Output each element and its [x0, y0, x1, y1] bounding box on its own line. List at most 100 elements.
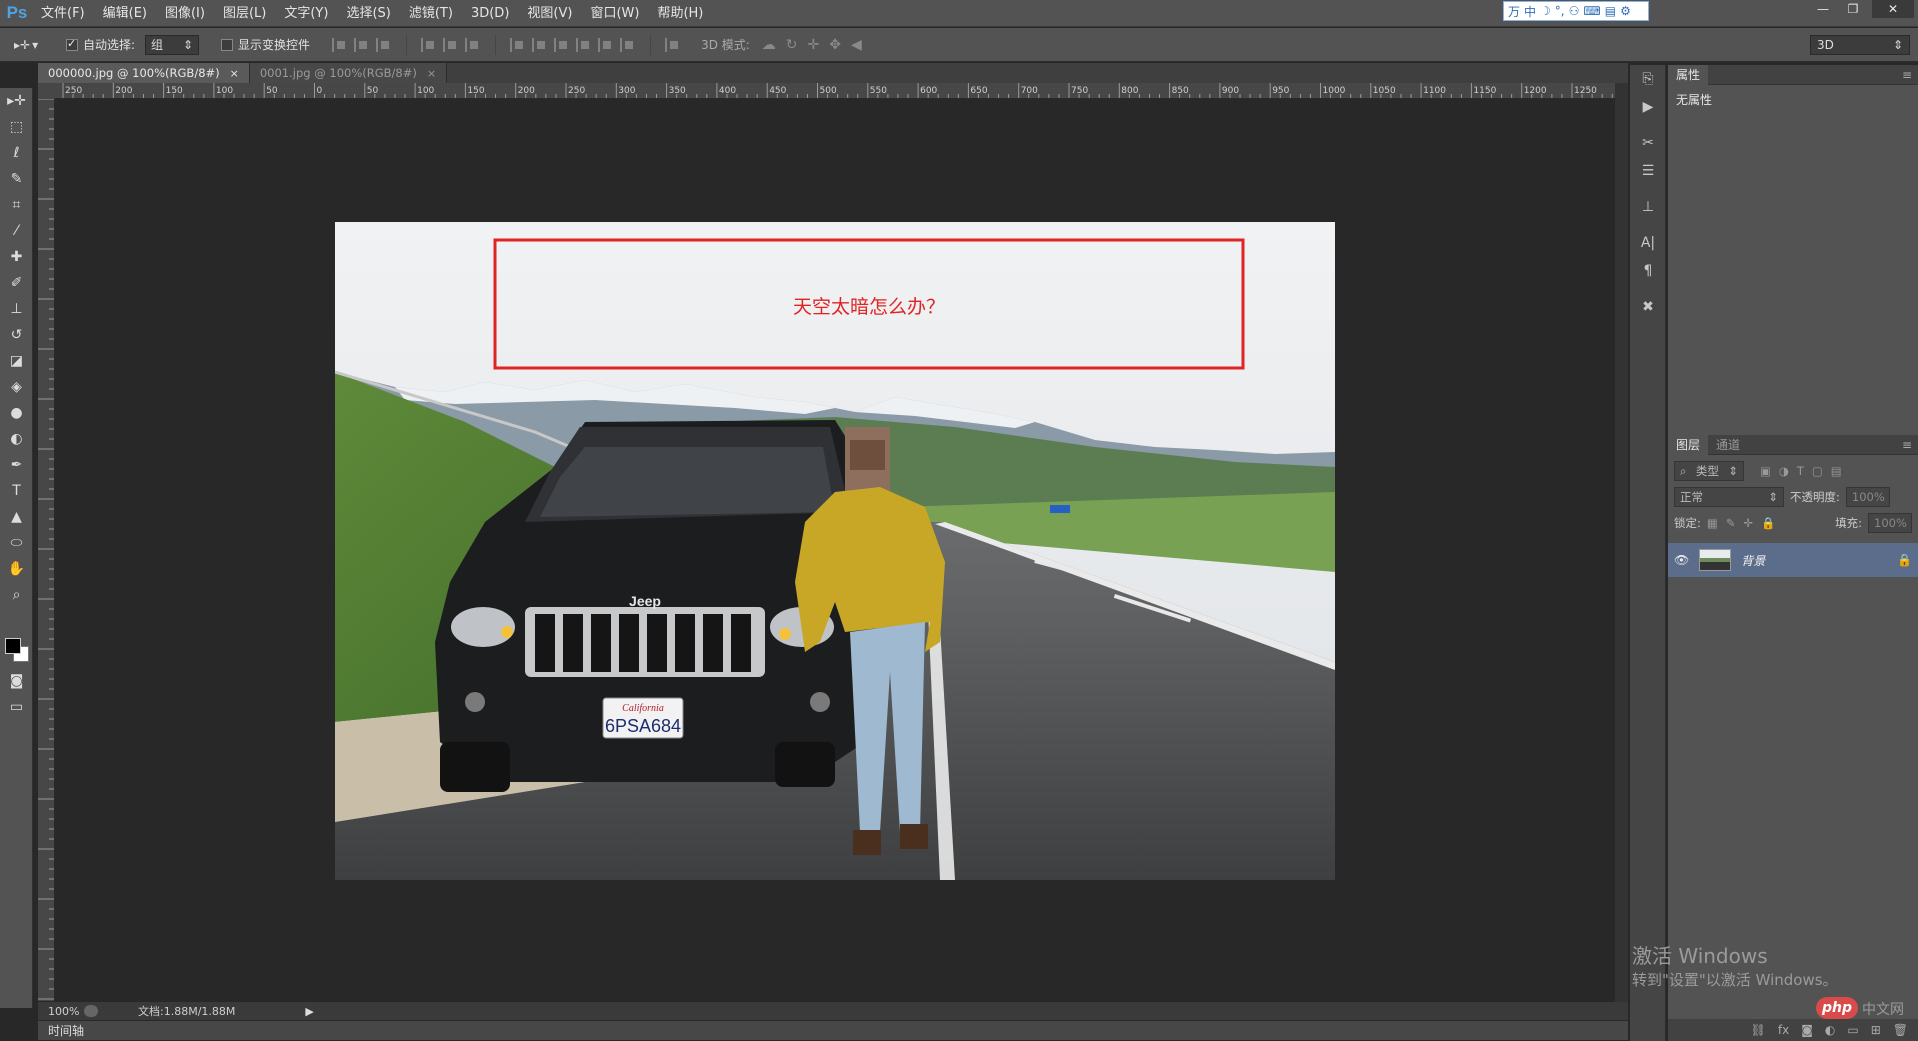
opacity-input[interactable]: 100%	[1845, 487, 1890, 507]
auto-align-icon[interactable]	[665, 37, 681, 52]
layer-filter-icons[interactable]: ▣◑T▢▤	[1760, 464, 1850, 478]
character-icon[interactable]: A|	[1630, 229, 1666, 257]
move-tool-preset[interactable]: ▸✛ ▾	[14, 32, 62, 58]
distribute-hcenter-icon[interactable]	[598, 37, 614, 52]
align-hcenter-icon[interactable]	[443, 37, 459, 52]
lasso-tool-icon[interactable]: ℓ	[0, 140, 33, 166]
tab-document-2[interactable]: 0001.jpg @ 100%(RGB/8#) ×	[249, 63, 448, 83]
distribute-top-icon[interactable]	[510, 37, 526, 52]
distribute-bottom-icon[interactable]	[554, 37, 570, 52]
show-transform-checkbox[interactable]: 显示变换控件	[221, 36, 310, 53]
blur-tool-icon[interactable]: ●	[0, 400, 33, 426]
align-vcenter-icon[interactable]	[354, 37, 370, 52]
tab-properties[interactable]: 属性	[1668, 64, 1709, 85]
layer-row-background[interactable]: 👁 背景 🔒	[1668, 543, 1918, 577]
link-icon[interactable]: ⛓	[1751, 1023, 1766, 1037]
new-layer-icon[interactable]: ⊞	[1871, 1023, 1881, 1037]
fill-input[interactable]: 100%	[1868, 513, 1912, 533]
menu-image[interactable]: 图像(I)	[156, 0, 214, 27]
eraser-tool-icon[interactable]: ◪	[0, 348, 33, 374]
align-right-icon[interactable]	[465, 37, 481, 52]
lock-icons[interactable]: ▦✎✛🔒	[1707, 516, 1783, 530]
shape-tool-icon[interactable]: ⬭	[0, 530, 33, 556]
zoom-level[interactable]: 100%	[38, 1005, 84, 1018]
status-icon[interactable]	[84, 1005, 98, 1017]
workspace-dropdown[interactable]: 3D ⇕	[1810, 35, 1910, 55]
restore-icon[interactable]: ❐	[1840, 0, 1866, 18]
crop-tool-icon[interactable]: ⌗	[0, 192, 33, 218]
distribute-right-icon[interactable]	[620, 37, 636, 52]
tab-layers[interactable]: 图层	[1668, 434, 1709, 455]
play-icon[interactable]: ▶	[305, 1005, 313, 1018]
horizontal-ruler[interactable]: 250 200 150 100 50 0 50 100 150 200 250 300 350 400 45…	[55, 83, 1615, 99]
document-image[interactable]: Jeep California 6PSA684 天空太暗怎么办？	[335, 222, 1335, 880]
menu-view[interactable]: 视图(V)	[518, 0, 581, 27]
brush-tool-icon[interactable]: ✐	[0, 270, 33, 296]
marquee-tool-icon[interactable]: ⬚	[0, 114, 33, 140]
pen-tool-icon[interactable]: ✒	[0, 452, 33, 478]
eye-icon[interactable]: 👁	[1674, 553, 1689, 567]
menu-type[interactable]: 文字(Y)	[275, 0, 337, 27]
folder-icon[interactable]: ▭	[1847, 1023, 1858, 1037]
align-left-icon[interactable]	[421, 37, 437, 52]
brush-presets-icon[interactable]: ✂	[1630, 129, 1666, 157]
quick-select-tool-icon[interactable]: ✎	[0, 166, 33, 192]
menu-help[interactable]: 帮助(H)	[648, 0, 712, 27]
ruler-origin[interactable]	[38, 83, 55, 99]
3d-mode-icons[interactable]: ☁↻✛✥◀	[762, 37, 872, 53]
zoom-tool-icon[interactable]: ⌕	[0, 582, 33, 608]
vertical-ruler[interactable]	[38, 99, 55, 1001]
tools-cross-icon[interactable]: ✖	[1630, 293, 1666, 321]
trash-icon[interactable]: 🗑	[1893, 1023, 1908, 1037]
healing-brush-tool-icon[interactable]: ✚	[0, 244, 33, 270]
menu-window[interactable]: 窗口(W)	[581, 0, 648, 27]
menu-layer[interactable]: 图层(L)	[214, 0, 275, 27]
paint-bucket-tool-icon[interactable]: ◈	[0, 374, 33, 400]
screen-mode-icon[interactable]: ▭	[0, 694, 33, 720]
menu-file[interactable]: 文件(F)	[32, 0, 94, 27]
layer-filter-dropdown[interactable]: ⌕ 类型 ⇕	[1674, 461, 1744, 481]
history-brush-tool-icon[interactable]: ↺	[0, 322, 33, 348]
adjustment-layer-icon[interactable]: ◐	[1825, 1023, 1835, 1037]
tab-document-1[interactable]: 000000.jpg @ 100%(RGB/8#) ×	[38, 63, 250, 83]
align-bottom-icon[interactable]	[376, 37, 392, 52]
auto-select-checkbox[interactable]: 自动选择:	[66, 36, 135, 53]
ime-toolbar[interactable]: 万 中 ☽ °, ⚇ ⌨ ▤ ⚙	[1503, 1, 1649, 21]
eyedropper-tool-icon[interactable]: ⁄	[0, 218, 33, 244]
menu-3d[interactable]: 3D(D)	[462, 0, 518, 27]
history-icon[interactable]: ⎘	[1630, 65, 1666, 93]
type-tool-icon[interactable]: T	[0, 478, 33, 504]
minimize-icon[interactable]: —	[1810, 0, 1836, 18]
timeline-panel-tab[interactable]: 时间轴	[38, 1021, 1628, 1040]
foreground-color-swatch[interactable]	[5, 638, 21, 654]
tool-presets-icon[interactable]: ⊥	[1630, 193, 1666, 221]
actions-play-icon[interactable]: ▶	[1630, 93, 1666, 121]
clone-stamp-tool-icon[interactable]: ⊥	[0, 296, 33, 322]
blend-mode-dropdown[interactable]: 正常 ⇕	[1674, 487, 1784, 507]
tab-close-icon[interactable]: ×	[427, 67, 436, 80]
align-top-icon[interactable]	[332, 37, 348, 52]
quick-mask-icon[interactable]: ◙	[0, 668, 33, 694]
fx-icon[interactable]: fx	[1778, 1023, 1789, 1037]
distribute-left-icon[interactable]	[576, 37, 592, 52]
tab-close-icon[interactable]: ×	[230, 67, 239, 80]
hand-tool-icon[interactable]: ✋	[0, 556, 33, 582]
menu-edit[interactable]: 编辑(E)	[94, 0, 156, 27]
tab-channels[interactable]: 通道	[1708, 435, 1748, 455]
canvas-area[interactable]: Jeep California 6PSA684 天空太暗怎么办？	[55, 99, 1615, 1001]
distribute-vcenter-icon[interactable]	[532, 37, 548, 52]
adjustments-icon[interactable]: ☰	[1630, 157, 1666, 185]
close-window-icon[interactable]: ✕	[1872, 0, 1914, 18]
menu-select[interactable]: 选择(S)	[337, 0, 399, 27]
ime-lang-label[interactable]: 中	[1524, 3, 1536, 20]
path-select-tool-icon[interactable]: ▲	[0, 504, 33, 530]
dodge-tool-icon[interactable]: ◐	[0, 426, 33, 452]
auto-select-dropdown[interactable]: 组 ⇕	[145, 34, 200, 55]
panel-menu-icon[interactable]: ≡	[1902, 438, 1912, 452]
panel-menu-icon[interactable]: ≡	[1902, 68, 1912, 82]
canvas-scrollbar[interactable]	[1615, 83, 1628, 1003]
paragraph-icon[interactable]: ¶	[1630, 257, 1666, 285]
menu-filter[interactable]: 滤镜(T)	[400, 0, 462, 27]
move-tool-icon[interactable]: ▸✛	[0, 88, 33, 114]
mask-icon[interactable]: ◙	[1801, 1023, 1813, 1037]
